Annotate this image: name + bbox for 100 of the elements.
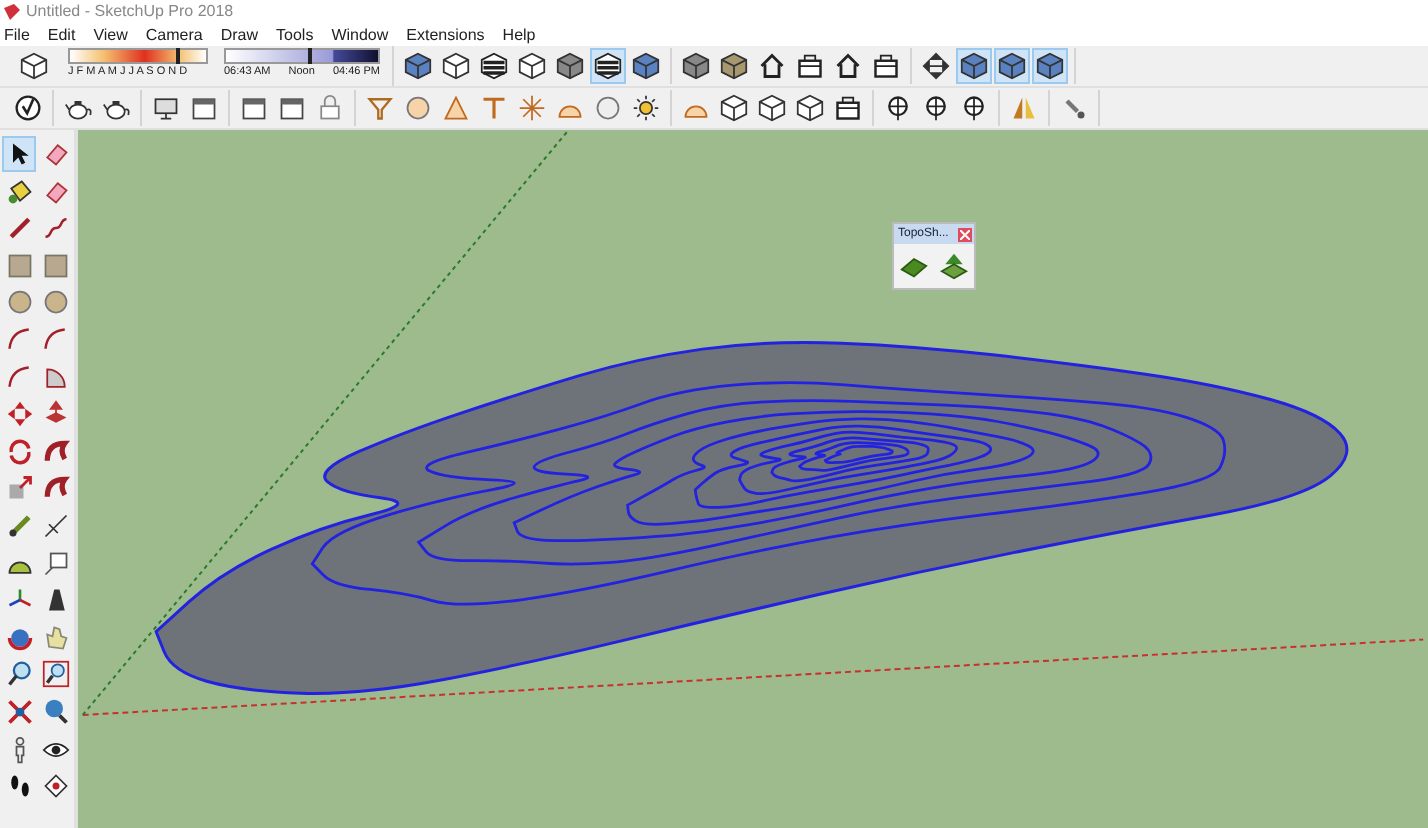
window-title: Untitled - SketchUp Pro 2018	[26, 2, 234, 20]
cube-tool-button[interactable]	[678, 48, 714, 84]
eraser-icon	[41, 177, 69, 206]
window-icon	[240, 94, 268, 122]
cube-tool-button[interactable]	[994, 48, 1030, 84]
funnel-icon	[366, 94, 394, 122]
crosshair-circle-icon	[884, 94, 912, 122]
cube-tool-button[interactable]	[754, 90, 790, 126]
menu-item[interactable]: Edit	[47, 25, 76, 43]
text-callout-icon	[41, 549, 69, 578]
circled-v-tool-button[interactable]	[10, 90, 46, 126]
t-shape-icon	[480, 94, 508, 122]
orbit-icon	[5, 623, 33, 652]
menu-item[interactable]: View	[93, 25, 128, 43]
shadow-toggle-button[interactable]	[16, 48, 52, 84]
sparkle-icon	[518, 94, 546, 122]
cube-tool-button[interactable]	[514, 48, 550, 84]
four-way-arrow-icon	[922, 52, 950, 80]
crosshair-circle-icon	[960, 94, 988, 122]
cube-icon	[632, 52, 660, 80]
close-button[interactable]	[958, 227, 972, 241]
brush-icon	[1060, 94, 1088, 122]
close-icon	[960, 229, 970, 239]
cube-icon	[20, 52, 48, 80]
grid-tree-tool-button[interactable]	[936, 248, 972, 284]
four-arrows-icon	[5, 400, 33, 429]
monitor-icon	[152, 94, 180, 122]
lock-icon	[316, 94, 344, 122]
window-icon	[278, 94, 306, 122]
sun-icon	[632, 94, 660, 122]
time-slider-thumb[interactable]	[307, 48, 312, 64]
cube-tool-button[interactable]	[1032, 48, 1068, 84]
cube-tool-button[interactable]	[792, 90, 828, 126]
cube-tool-button[interactable]	[956, 48, 992, 84]
curl-icon	[41, 474, 69, 503]
striped-cube-tool-button[interactable]	[476, 48, 512, 84]
tape-measure-icon	[5, 511, 33, 540]
cube-icon	[1036, 52, 1064, 80]
arc-icon	[41, 325, 69, 354]
cube-tool-button[interactable]	[438, 48, 474, 84]
box-icon	[796, 52, 824, 80]
box-icon	[872, 52, 900, 80]
cube-tool-button[interactable]	[628, 48, 664, 84]
cube-icon	[404, 52, 432, 80]
house-icon	[834, 52, 862, 80]
cube-tool-button[interactable]	[716, 90, 752, 126]
sun-tool-button[interactable]	[628, 90, 664, 126]
square-icon	[41, 251, 69, 280]
rotate-arrows-icon	[5, 437, 33, 466]
cube-tool-button[interactable]	[400, 48, 436, 84]
curl-icon	[41, 437, 69, 466]
cube-icon	[442, 52, 470, 80]
magnifier-window-icon	[41, 660, 69, 689]
cube-icon	[556, 52, 584, 80]
paint-bucket-icon	[5, 177, 33, 206]
dimension-icon	[41, 511, 69, 540]
magnifier-icon	[5, 660, 33, 689]
push-box-icon	[41, 400, 69, 429]
month-slider-track[interactable]	[68, 48, 208, 64]
tile-icon	[900, 252, 928, 280]
cube-tool-button[interactable]	[716, 48, 752, 84]
expand-arrows-icon	[5, 697, 33, 726]
menu-item[interactable]: Help	[502, 25, 536, 43]
time-slider-track[interactable]	[224, 48, 380, 64]
circle-icon	[5, 288, 33, 317]
cube-tool-button[interactable]	[552, 48, 588, 84]
solid-magnifier-icon	[41, 697, 69, 726]
squiggle-icon	[41, 214, 69, 243]
menu-item[interactable]: File	[4, 25, 30, 43]
eraser-icon	[41, 140, 69, 168]
section-plane-icon	[41, 772, 69, 801]
pointer-arrow-tool-button[interactable]	[2, 136, 36, 172]
menu-item[interactable]: Tools	[276, 25, 314, 43]
cube-icon	[796, 94, 824, 122]
box-icon	[834, 94, 862, 122]
triangle-icon	[442, 94, 470, 122]
window-icon	[190, 94, 218, 122]
cube-icon	[518, 52, 546, 80]
menu-item[interactable]: Draw	[220, 25, 259, 43]
striped-cube-icon	[480, 52, 508, 80]
cube-icon	[682, 52, 710, 80]
magnifier-window-tool-button[interactable]	[38, 656, 72, 693]
crosshair-circle-icon	[922, 94, 950, 122]
cube-icon	[720, 52, 748, 80]
menu-item[interactable]: Camera	[145, 25, 203, 43]
arc-icon	[5, 363, 33, 392]
circle-icon	[41, 288, 69, 317]
house-icon	[758, 52, 786, 80]
triangle-pair-icon	[1010, 94, 1038, 122]
striped-cube-tool-button[interactable]	[590, 48, 626, 84]
cube-icon	[758, 94, 786, 122]
menu-item[interactable]: Extensions	[406, 25, 485, 43]
footprints-icon	[5, 772, 33, 801]
four-way-arrow-tool-button[interactable]	[918, 48, 954, 84]
cube-icon	[720, 94, 748, 122]
cube-icon	[960, 52, 988, 80]
menu-item[interactable]: Window	[331, 25, 389, 43]
circle-icon	[404, 94, 432, 122]
grid-tree-icon	[940, 252, 968, 280]
month-slider-thumb[interactable]	[176, 48, 181, 64]
